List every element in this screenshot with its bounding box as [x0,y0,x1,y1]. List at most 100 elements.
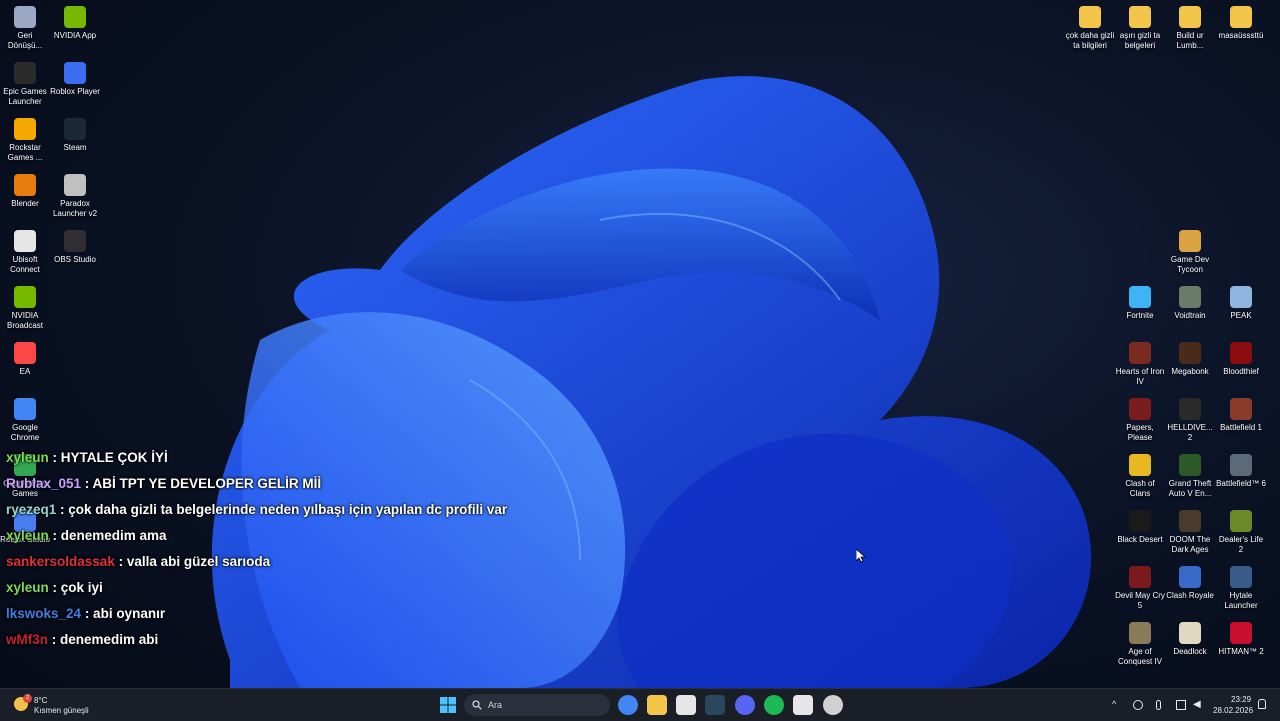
desktop-icon[interactable]: masaüsssttü [1216,6,1266,41]
paradox-icon [64,174,86,196]
desktop-icon-label: Dealer's Life 2 [1218,535,1264,554]
desktop-icon[interactable]: DOOM The Dark Ages [1165,510,1215,555]
epic-games-icon [14,62,36,84]
hoi4-icon [1129,342,1151,364]
desktop-icon[interactable]: Rockstar Games ... [0,118,50,163]
desktop-icon-label: Hytale Launcher [1224,591,1258,610]
desktop-icon-label: çok daha gizli ta bilgileri [1065,31,1115,50]
desktop-icon[interactable]: EA [0,342,50,377]
show-hidden-icons-chevron-icon[interactable]: ^ [1112,699,1116,709]
obs-icon [64,230,86,252]
desktop-icon-label: Steam [63,143,87,152]
desktop-icon[interactable]: PEAK [1216,286,1266,321]
network-icon[interactable] [1176,700,1186,710]
desktop-icon[interactable]: Build ur Lumb... [1165,6,1215,51]
desktop-icon[interactable]: Dealer's Life 2 [1216,510,1266,555]
chat-message: xyleun : denemedim ama [6,526,507,552]
desktop-icon-label: Bloodthief [1223,367,1259,376]
sync-icon[interactable] [1133,700,1143,710]
ea-icon [14,342,36,364]
desktop-icon[interactable]: NVIDIA App [50,6,100,41]
desktop-icon[interactable]: Black Desert [1115,510,1165,545]
desktop-icon[interactable]: Battlefield™ 6 [1216,454,1266,489]
discord-icon[interactable] [735,695,755,715]
desktop-icon[interactable]: Blender [0,174,50,209]
desktop-icon[interactable]: Bloodthief [1216,342,1266,377]
desktop-icon[interactable]: OBS Studio [50,230,100,265]
desktop-icon-label: Epic Games Launcher [3,87,47,106]
steam-icon[interactable] [705,695,725,715]
chrome-icon[interactable] [618,695,638,715]
roblox-icon[interactable] [793,695,813,715]
chat-username: lkswoks_24 [6,606,82,621]
desktop-icon[interactable]: çok daha gizli ta bilgileri [1065,6,1115,51]
desktop-icon[interactable]: Clash of Clans [1115,454,1165,499]
desktop-icon[interactable]: Ubisoft Connect [0,230,50,275]
desktop-icon[interactable]: Fortnite [1115,286,1165,321]
microphone-icon[interactable] [1156,700,1161,710]
desktop-icon[interactable]: Game Dev Tycoon [1165,230,1215,275]
peak-icon [1230,286,1252,308]
file-explorer-icon[interactable] [647,695,667,715]
desktop-icon[interactable]: Clash Royale [1165,566,1215,601]
chat-username: xyleun [6,450,49,465]
desktop-icon[interactable]: Voidtrain [1165,286,1215,321]
taskbar: 2 8°C Kısmen güneşli Ara ^ ◀ 23:29 28.02… [0,688,1280,721]
desktop-icon-label: Battlefield 1 [1220,423,1262,432]
desktop-icon[interactable]: Paradox Launcher v2 [50,174,100,219]
clash-of-clans-icon [1129,454,1151,476]
search-box[interactable]: Ara [464,694,610,716]
desktop-icon[interactable]: Devil May Cry 5 [1115,566,1165,611]
start-button[interactable] [440,697,456,713]
desktop-icon[interactable]: Geri Dönüşü... [0,6,50,51]
bloodthief-icon [1230,342,1252,364]
desktop-icon[interactable]: Epic Games Launcher [0,62,50,107]
desktop-icon[interactable]: Hytale Launcher [1216,566,1266,611]
chat-text: : çok daha gizli ta belgelerinde neden y… [56,502,508,517]
desktop-icon[interactable]: Roblox Player [50,62,100,97]
desktop-icon-label: Voidtrain [1174,311,1206,320]
desktop-icon-label: NVIDIA Broadcast [6,311,44,330]
battlefield6-icon [1230,454,1252,476]
chat-message: sankersoldassak : valla abi güzel sarıod… [6,552,507,578]
hytale-icon [1230,566,1252,588]
desktop-icon[interactable]: Age of Conquest IV [1115,622,1165,667]
spotify-icon[interactable] [764,695,784,715]
desktop-icon-label: Build ur Lumb... [1176,31,1204,50]
notifications-icon[interactable] [1258,699,1266,709]
chatgpt-icon[interactable] [823,695,843,715]
desktop-icon[interactable]: Hearts of Iron IV [1115,342,1165,387]
chat-message: lkswoks_24 : abi oynanır [6,604,507,630]
desktop-icon[interactable]: HITMAN™ 2 [1216,622,1266,657]
desktop-icon[interactable]: Deadlock [1165,622,1215,657]
clock-date[interactable]: 28.02.2026 [1213,706,1253,715]
desktop-icon[interactable]: Google Chrome [0,398,50,443]
desktop-icon[interactable]: Battlefield 1 [1216,398,1266,433]
chat-message: ryezeq1 : çok daha gizli ta belgelerinde… [6,500,507,526]
desktop-icon[interactable]: Steam [50,118,100,153]
desktop-icon-label: HELLDIVE... 2 [1167,423,1213,442]
weather-widget[interactable]: 2 8°C Kısmen güneşli [12,693,102,717]
desktop-icon[interactable]: HELLDIVE... 2 [1165,398,1215,443]
desktop-icon-label: Deadlock [1173,647,1207,656]
clock-time[interactable]: 23:29 [1231,695,1251,704]
microsoft-store-icon[interactable] [676,695,696,715]
helldivers-icon [1179,398,1201,420]
nvidia-icon [64,6,86,28]
desktop-icon[interactable]: NVIDIA Broadcast [0,286,50,331]
desktop-icon[interactable]: Grand Theft Auto V En... [1165,454,1215,499]
desktop-icon[interactable]: Papers, Please [1115,398,1165,443]
desktop-icon[interactable]: aşırı gizli ta belgeleri [1115,6,1165,51]
desktop-icon-label: Geri Dönüşü... [7,31,43,50]
desktop-icon-label: HITMAN™ 2 [1218,647,1264,656]
chat-text: : denemedim ama [48,528,167,543]
desktop-icon-label: Roblox Player [50,87,100,96]
volume-icon[interactable]: ◀ [1193,700,1203,710]
fortnite-icon [1129,286,1151,308]
desktop-icon[interactable]: Megabonk [1165,342,1215,377]
windows-logo-icon [440,697,456,713]
desktop-icon-label: Grand Theft Auto V En... [1168,479,1212,498]
desktop-icon-label: Age of Conquest IV [1117,647,1163,666]
desktop-icon-label: DOOM The Dark Ages [1169,535,1211,554]
chat-text: : ABİ TPT YE DEVELOPER GELİR Mİİ [81,476,322,491]
